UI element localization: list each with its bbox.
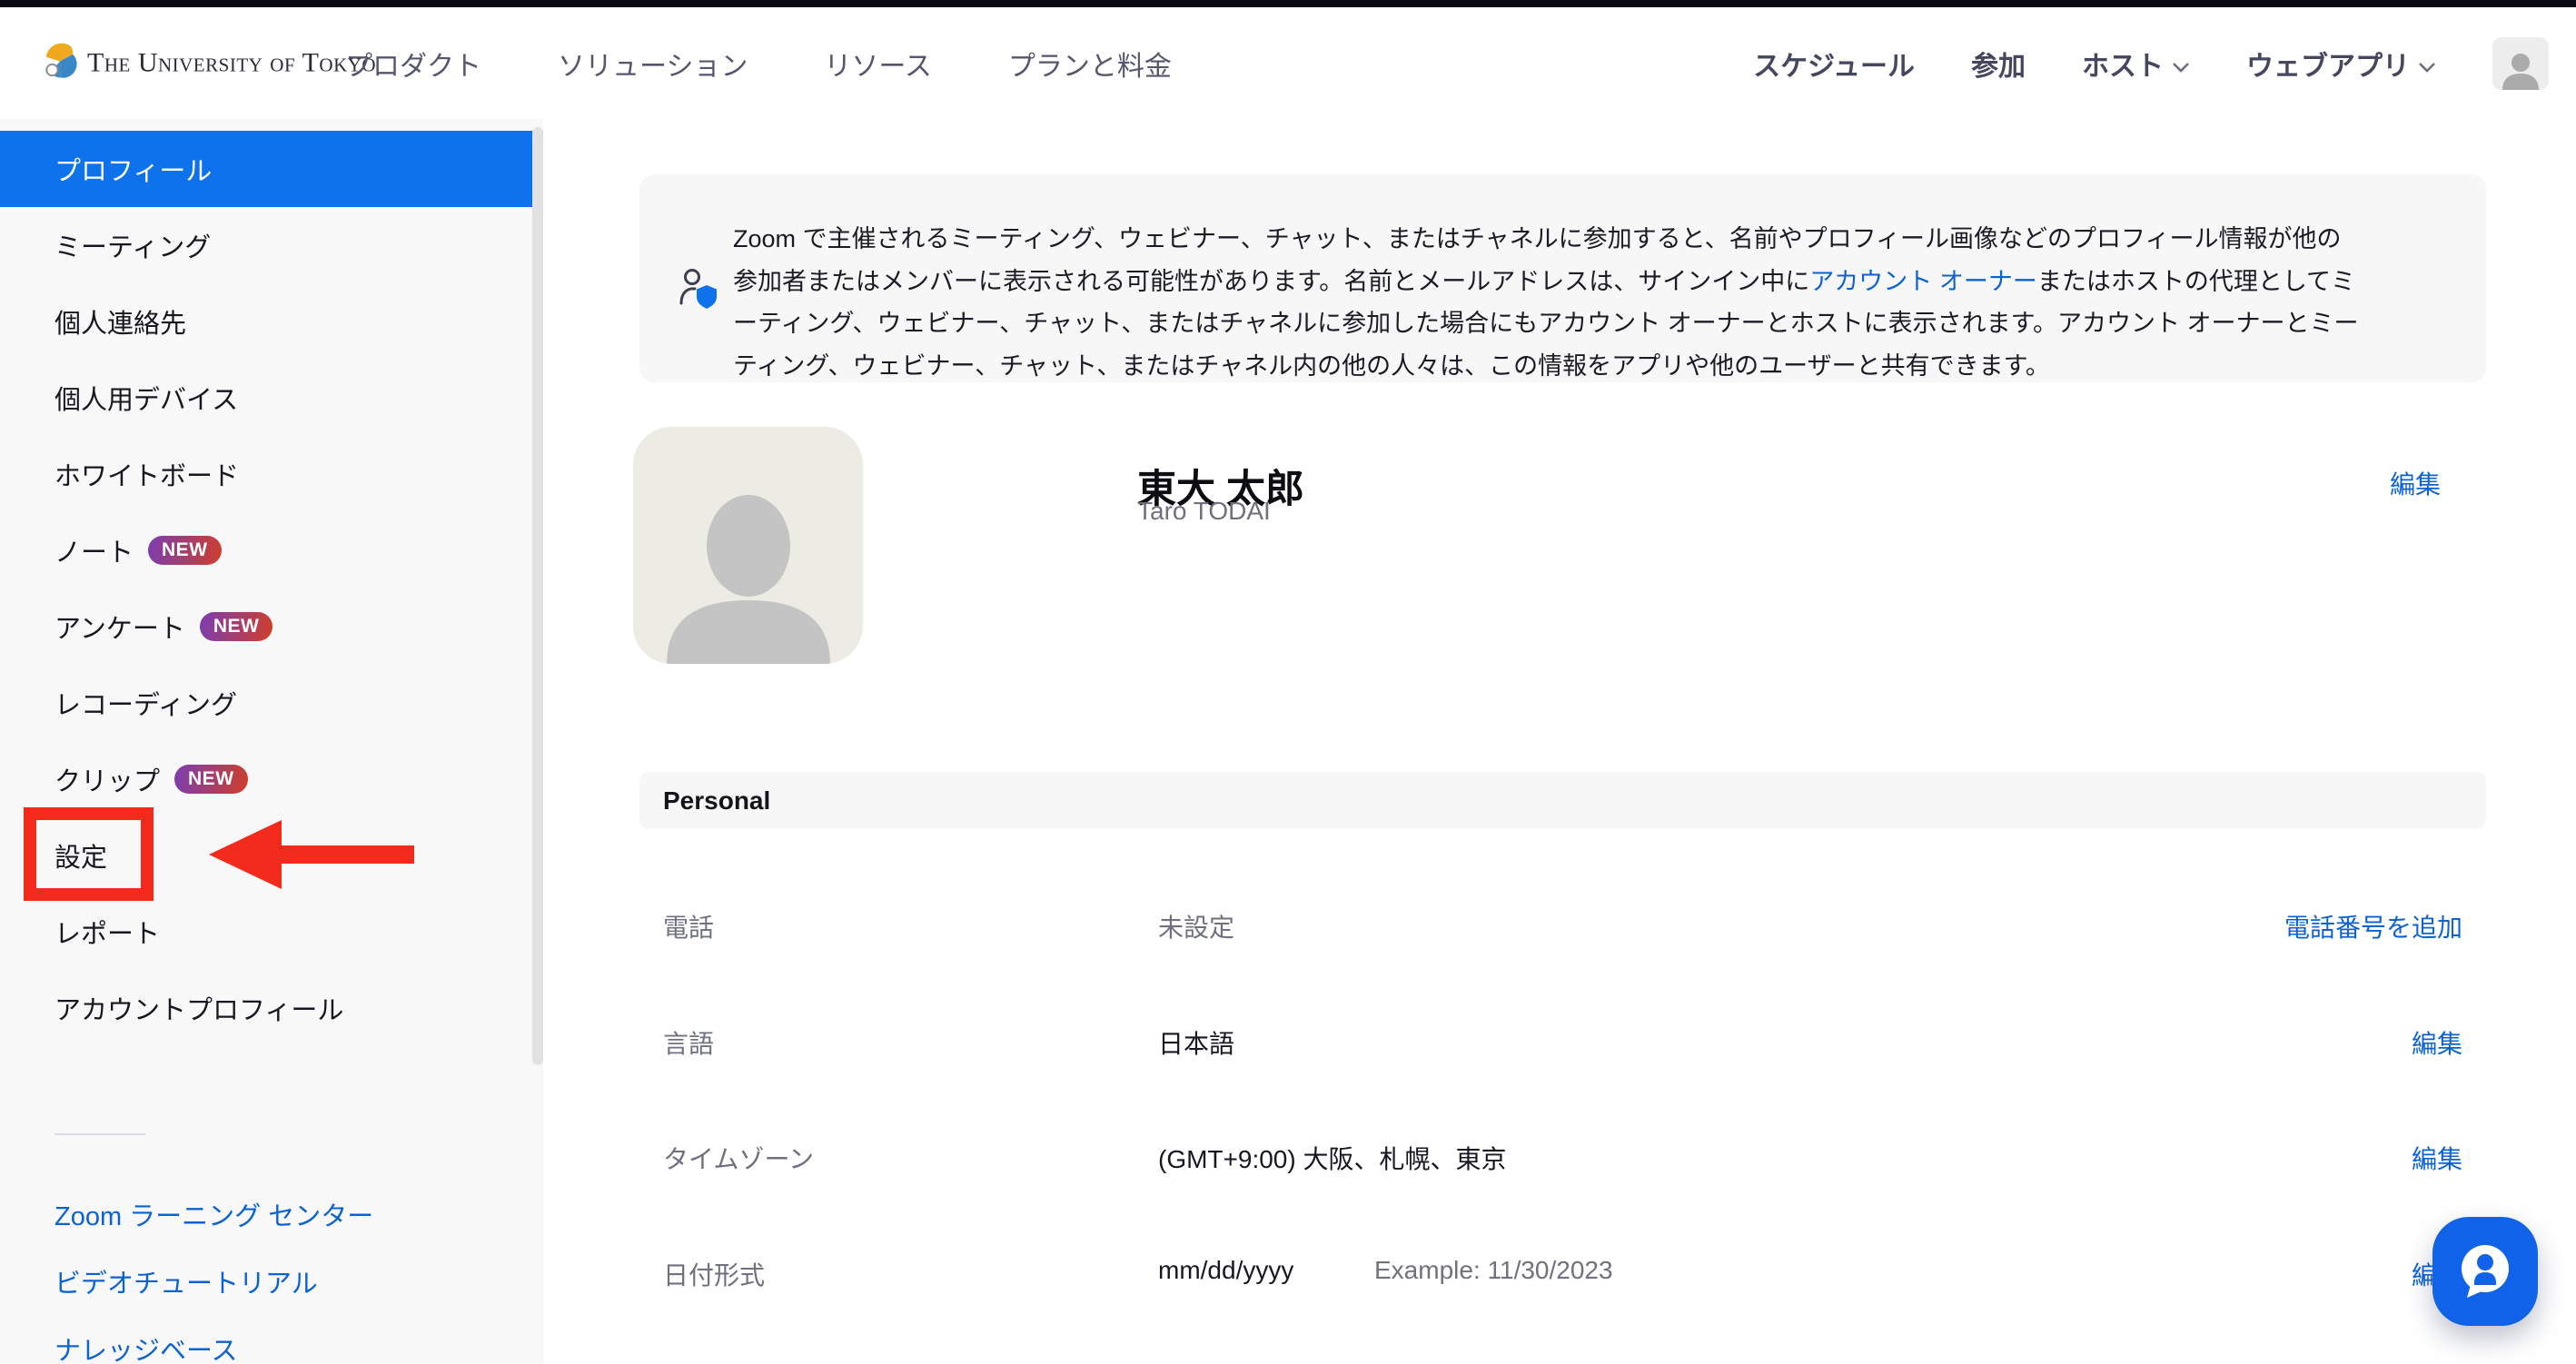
personal-section-header: Personal bbox=[639, 772, 2486, 829]
sidebar-divider bbox=[54, 1133, 145, 1135]
chat-person-icon bbox=[2456, 1241, 2514, 1301]
site-header: The University of Tokyo プロダクト ソリューション リソ… bbox=[0, 7, 2576, 120]
personal-row-timezone: タイムゾーン (GMT+9:00) 大阪、札幌、東京 編集 bbox=[639, 1136, 2486, 1172]
learning-center-link[interactable]: Zoom ラーニング センター bbox=[54, 1195, 373, 1222]
sidebar-item-label: ホワイトボード bbox=[54, 455, 239, 493]
main-content: Zoom で主催されるミーティング、ウェビナー、チャット、またはチャネルに参加す… bbox=[543, 119, 2576, 1364]
row-value: mm/dd/yyyy bbox=[1158, 1256, 1293, 1285]
knowledge-base-link[interactable]: ナレッジベース bbox=[54, 1329, 373, 1357]
header-right: スケジュール 参加 ホスト ウェブアプリ bbox=[1753, 37, 2549, 90]
sidebar-scrollbar[interactable] bbox=[532, 127, 543, 1065]
row-label: 言語 bbox=[663, 1024, 714, 1061]
notice-line: ティング、ウェビナー、チャット、またはチャネル内の他の人々は、この情報をアプリや… bbox=[733, 345, 2358, 388]
row-label: 電話 bbox=[663, 908, 714, 944]
support-chat-button[interactable] bbox=[2432, 1217, 2538, 1326]
host-label: ホスト bbox=[2082, 44, 2164, 84]
privacy-notice-text: Zoom で主催されるミーティング、ウェビナー、チャット、またはチャネルに参加す… bbox=[733, 218, 2358, 387]
nav-resources[interactable]: リソース bbox=[824, 44, 932, 84]
add-phone-link[interactable]: 電話番号を追加 bbox=[2284, 908, 2462, 944]
sidebar-item-account-profile[interactable]: アカウントプロフィール bbox=[0, 970, 543, 1046]
privacy-notice: Zoom で主催されるミーティング、ウェビナー、チャット、またはチャネルに参加す… bbox=[639, 174, 2486, 382]
sidebar-item-profile[interactable]: プロフィール bbox=[0, 131, 543, 207]
sidebar-item-notes[interactable]: ノート NEW bbox=[0, 512, 543, 588]
person-shield-icon bbox=[677, 267, 722, 315]
webapp-label: ウェブアプリ bbox=[2246, 44, 2410, 84]
webapp-menu[interactable]: ウェブアプリ bbox=[2246, 44, 2436, 84]
university-logo[interactable]: The University of Tokyo bbox=[43, 42, 376, 84]
sidebar-item-label: ノート bbox=[54, 531, 134, 569]
personal-row-phone: 電話 未設定 電話番号を追加 bbox=[639, 904, 2486, 941]
row-value: (GMT+9:00) 大阪、札幌、東京 bbox=[1158, 1140, 1506, 1176]
sidebar-footer-links: Zoom ラーニング センター ビデオチュートリアル ナレッジベース bbox=[54, 1195, 373, 1364]
edit-language-link[interactable]: 編集 bbox=[2412, 1024, 2462, 1061]
account-owner-link[interactable]: アカウント オーナー bbox=[1809, 268, 2037, 295]
sidebar-item-label: クリップ bbox=[54, 760, 160, 798]
new-badge: NEW bbox=[148, 536, 222, 565]
ginkgo-logo-icon bbox=[43, 42, 77, 84]
person-icon bbox=[2499, 48, 2542, 90]
row-label: 日付形式 bbox=[663, 1256, 765, 1292]
sidebar-item-label: アカウントプロフィール bbox=[54, 989, 343, 1027]
brand-text: The University of Tokyo bbox=[87, 48, 376, 79]
sidebar-item-clips[interactable]: クリップ NEW bbox=[0, 741, 543, 817]
sidebar-item-personal-contacts[interactable]: 個人連絡先 bbox=[0, 283, 543, 360]
sidebar-item-reports[interactable]: レポート bbox=[0, 894, 543, 970]
row-example: Example: 11/30/2023 bbox=[1374, 1256, 1613, 1285]
sidebar-menu: プロフィール ミーティング 個人連絡先 個人用デバイス ホワイトボード ノート … bbox=[0, 131, 543, 1046]
notice-text-segment: 参加者またはメンバーに表示される可能性があります。名前とメールアドレスは、サイン… bbox=[733, 268, 1809, 295]
account-avatar[interactable] bbox=[2492, 37, 2549, 90]
top-black-bar bbox=[0, 0, 2576, 7]
sidebar-item-label: アンケート bbox=[54, 608, 185, 646]
chevron-down-icon bbox=[2172, 50, 2190, 81]
profile-avatar[interactable] bbox=[633, 427, 863, 664]
sidebar-item-meetings[interactable]: ミーティング bbox=[0, 207, 543, 283]
zoom-profile-page: The University of Tokyo プロダクト ソリューション リソ… bbox=[0, 0, 2576, 1364]
sidebar-item-label: 設定 bbox=[54, 836, 107, 875]
notice-line: ーティング、ウェビナー、チャット、またはチャネルに参加した場合にもアカウント オ… bbox=[733, 302, 2358, 345]
new-badge: NEW bbox=[174, 765, 248, 794]
nav-plans-pricing[interactable]: プランと料金 bbox=[1008, 44, 1172, 84]
notice-line: 参加者またはメンバーに表示される可能性があります。名前とメールアドレスは、サイン… bbox=[733, 261, 2358, 303]
sidebar-item-label: レポート bbox=[54, 913, 160, 951]
profile-edit-link[interactable]: 編集 bbox=[2390, 465, 2441, 501]
nav-solutions[interactable]: ソリューション bbox=[558, 44, 748, 84]
schedule-link[interactable]: スケジュール bbox=[1753, 44, 1915, 84]
personal-section-title: Personal bbox=[663, 786, 770, 815]
sidebar-item-label: ミーティング bbox=[54, 226, 211, 264]
notice-line: Zoom で主催されるミーティング、ウェビナー、チャット、またはチャネルに参加す… bbox=[733, 218, 2358, 261]
row-label: タイムゾーン bbox=[663, 1140, 814, 1176]
main-nav: プロダクト ソリューション リソース プランと料金 bbox=[345, 44, 1172, 84]
personal-row-language: 言語 日本語 編集 bbox=[639, 1021, 2486, 1057]
notice-text-segment: またはホストの代理としてミ bbox=[2037, 268, 2355, 295]
sidebar-item-settings[interactable]: 設定 bbox=[0, 817, 543, 894]
new-badge: NEW bbox=[200, 612, 273, 641]
edit-timezone-link[interactable]: 編集 bbox=[2412, 1140, 2462, 1176]
sidebar-item-label: 個人連絡先 bbox=[54, 302, 186, 341]
person-silhouette-icon bbox=[658, 475, 839, 664]
profile-name-en: Taro TODAI bbox=[1137, 497, 1271, 526]
sidebar: プロフィール ミーティング 個人連絡先 個人用デバイス ホワイトボード ノート … bbox=[0, 119, 543, 1364]
row-value: 未設定 bbox=[1158, 908, 1234, 944]
chevron-down-icon bbox=[2418, 50, 2436, 81]
nav-products[interactable]: プロダクト bbox=[345, 44, 481, 84]
sidebar-item-personal-devices[interactable]: 個人用デバイス bbox=[0, 360, 543, 436]
personal-row-date-format: 日付形式 mm/dd/yyyy Example: 11/30/2023 編集 bbox=[639, 1252, 2486, 1289]
sidebar-item-recordings[interactable]: レコーディング bbox=[0, 665, 543, 741]
sidebar-item-label: プロフィール bbox=[54, 150, 212, 188]
sidebar-item-whiteboard[interactable]: ホワイトボード bbox=[0, 436, 543, 512]
sidebar-item-surveys[interactable]: アンケート NEW bbox=[0, 588, 543, 665]
sidebar-item-label: レコーディング bbox=[54, 684, 237, 722]
host-menu[interactable]: ホスト bbox=[2082, 44, 2190, 84]
video-tutorials-link[interactable]: ビデオチュートリアル bbox=[54, 1262, 373, 1290]
sidebar-item-label: 個人用デバイス bbox=[54, 379, 238, 417]
row-value: 日本語 bbox=[1158, 1024, 1234, 1061]
join-link[interactable]: 参加 bbox=[1971, 44, 2026, 84]
